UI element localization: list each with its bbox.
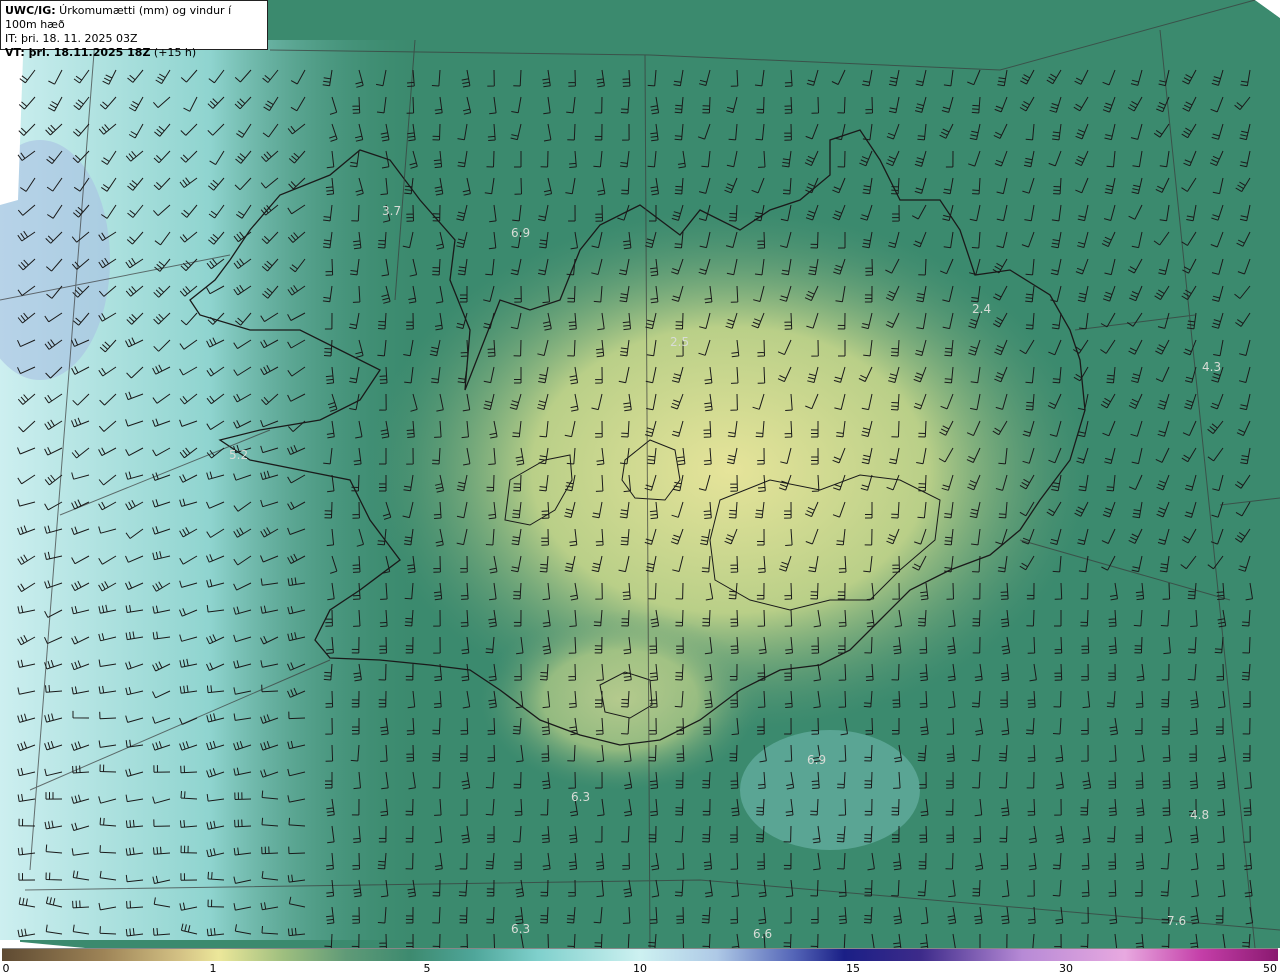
valid-time-line: VT: þri. 18.11.2025 18Z (+15 h) [5,46,263,60]
value-label: 2.4 [972,302,991,316]
colorbar-tick: 0 [2,962,10,975]
colorbar-tick: 30 [1059,962,1073,975]
colorbar-tick: 15 [846,962,860,975]
value-label: 3.7 [382,204,401,218]
lead-time: (+15 h) [150,46,197,59]
colorbar-tick: 1 [209,962,217,975]
value-label: 4.3 [1202,360,1221,374]
colorbar-tick: 10 [633,962,647,975]
precipitation-map: 3.7 6.9 2.5 2.4 4.3 5.2 6.3 6.9 4.8 6.3 … [0,0,1280,948]
issue-time: IT: þri. 18. 11. 2025 03Z [5,32,138,45]
value-label: 6.6 [753,927,772,941]
value-label: 2.5 [670,335,689,349]
valid-time: VT: þri. 18.11.2025 18Z [5,46,151,59]
map-title-box: UWC/IG: Úrkomumætti (mm) og vindur í 100… [0,0,268,59]
value-label: 6.3 [511,922,530,936]
value-label: 7.6 [1167,914,1186,928]
colorbar-tick: 50 [1263,962,1277,975]
value-label: 6.9 [807,753,826,767]
colorbar [2,948,1278,961]
value-label: 6.9 [511,226,530,240]
model-name: UWC/IG: [5,4,56,17]
value-label: 4.8 [1190,808,1209,822]
value-label: 5.2 [229,448,248,462]
title-line: UWC/IG: Úrkomumætti (mm) og vindur í 100… [5,4,263,32]
value-label: 6.3 [571,790,590,804]
high-precip-southeast-field [740,730,920,850]
colorbar-tick: 5 [423,962,431,975]
